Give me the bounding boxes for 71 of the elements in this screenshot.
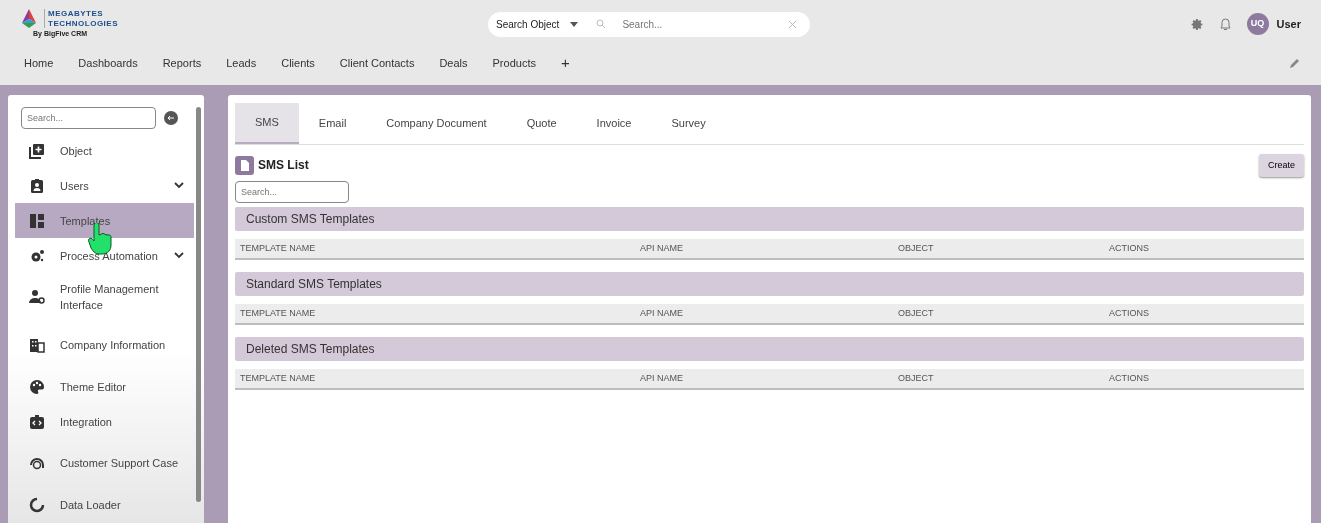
brand-name: MEGABYTES [48,9,105,19]
sidebar-item[interactable]: Users [15,168,194,203]
sidebar-item[interactable]: Templates [15,203,194,238]
document-icon [235,155,254,175]
nav-link[interactable]: Clients [281,54,315,72]
tab[interactable]: Email [298,103,367,144]
sidebar-item[interactable]: Customer Support Case [15,439,194,487]
sidebar-item[interactable]: Process Automation [15,238,194,273]
nav-link[interactable]: Products [492,54,536,72]
tab[interactable]: Company Document [366,103,507,144]
column-header: ACTIONS [1108,306,1149,320]
sidebar-item[interactable]: Integration [15,404,194,439]
user-name[interactable]: User [1276,15,1301,33]
column-header: OBJECT [897,306,935,320]
column-header: API NAME [639,241,684,255]
list-search-field[interactable]: Search... [235,181,349,203]
column-header: TEMPLATE NAME [239,241,317,255]
nav-link[interactable]: Deals [439,54,468,72]
edit-icon[interactable] [1289,57,1301,69]
column-header: ACTIONS [1108,371,1149,385]
brand-subtitle: TECHNOLOGIES [48,18,118,29]
column-header: TEMPLATE NAME [239,371,317,385]
users-icon [29,177,45,194]
search-icon [596,19,607,29]
column-header: TEMPLATE NAME [239,306,317,320]
caret-icon [570,21,579,27]
nav-link[interactable]: Leads [226,54,257,72]
sidebar-item[interactable]: Profile Management Interface [15,273,194,321]
nav-link[interactable]: Reports [162,54,202,72]
column-header: OBJECT [897,241,935,255]
sidebar-item[interactable]: Company Information [15,321,194,369]
ring-icon [29,496,45,513]
object-select[interactable]: Search Object [496,16,560,32]
sidebar-search-field[interactable]: Search... [21,107,156,129]
sidebar-item[interactable]: Object [15,133,194,168]
section-header: Standard SMS Templates [235,272,1304,296]
tab[interactable]: Survey [651,103,726,144]
section-header: Custom SMS Templates [235,207,1304,231]
column-header: ACTIONS [1108,241,1149,255]
close-icon[interactable] [789,20,796,28]
section-header: Deleted SMS Templates [235,337,1304,361]
building-icon [29,337,45,353]
bell-icon[interactable] [1219,17,1231,31]
add-tab-button[interactable]: + [560,51,570,75]
column-header: API NAME [639,371,684,385]
chevron-icon [174,252,184,259]
gears-icon [29,247,45,264]
templates-icon [29,212,45,229]
tab[interactable]: Invoice [576,103,652,144]
palette-icon [29,378,45,395]
back-icon[interactable] [164,111,178,125]
search-field[interactable]: Search... [620,15,771,33]
create-button[interactable]: Create [1259,153,1304,177]
profile-icon [29,289,45,305]
sidebar-item[interactable]: Theme Editor [15,369,194,404]
support-icon [29,455,45,471]
column-header: OBJECT [897,371,935,385]
nav-link[interactable]: Client Contacts [339,54,415,72]
user-avatar[interactable]: UQ [1246,13,1269,35]
tab[interactable]: SMS [235,103,299,144]
sidebar-item[interactable]: Data Loader [15,487,194,522]
chevron-icon [174,182,184,189]
nav-link[interactable]: Home [24,54,54,72]
settings-icon[interactable] [1190,17,1204,31]
list-title: SMS List [258,157,309,175]
tab[interactable]: Quote [506,103,577,144]
nav-link[interactable]: Dashboards [78,54,138,72]
search-bar[interactable]: Search Object Search... [488,11,810,37]
code-icon [29,413,45,430]
object-icon [29,142,45,159]
column-header: API NAME [639,306,684,320]
